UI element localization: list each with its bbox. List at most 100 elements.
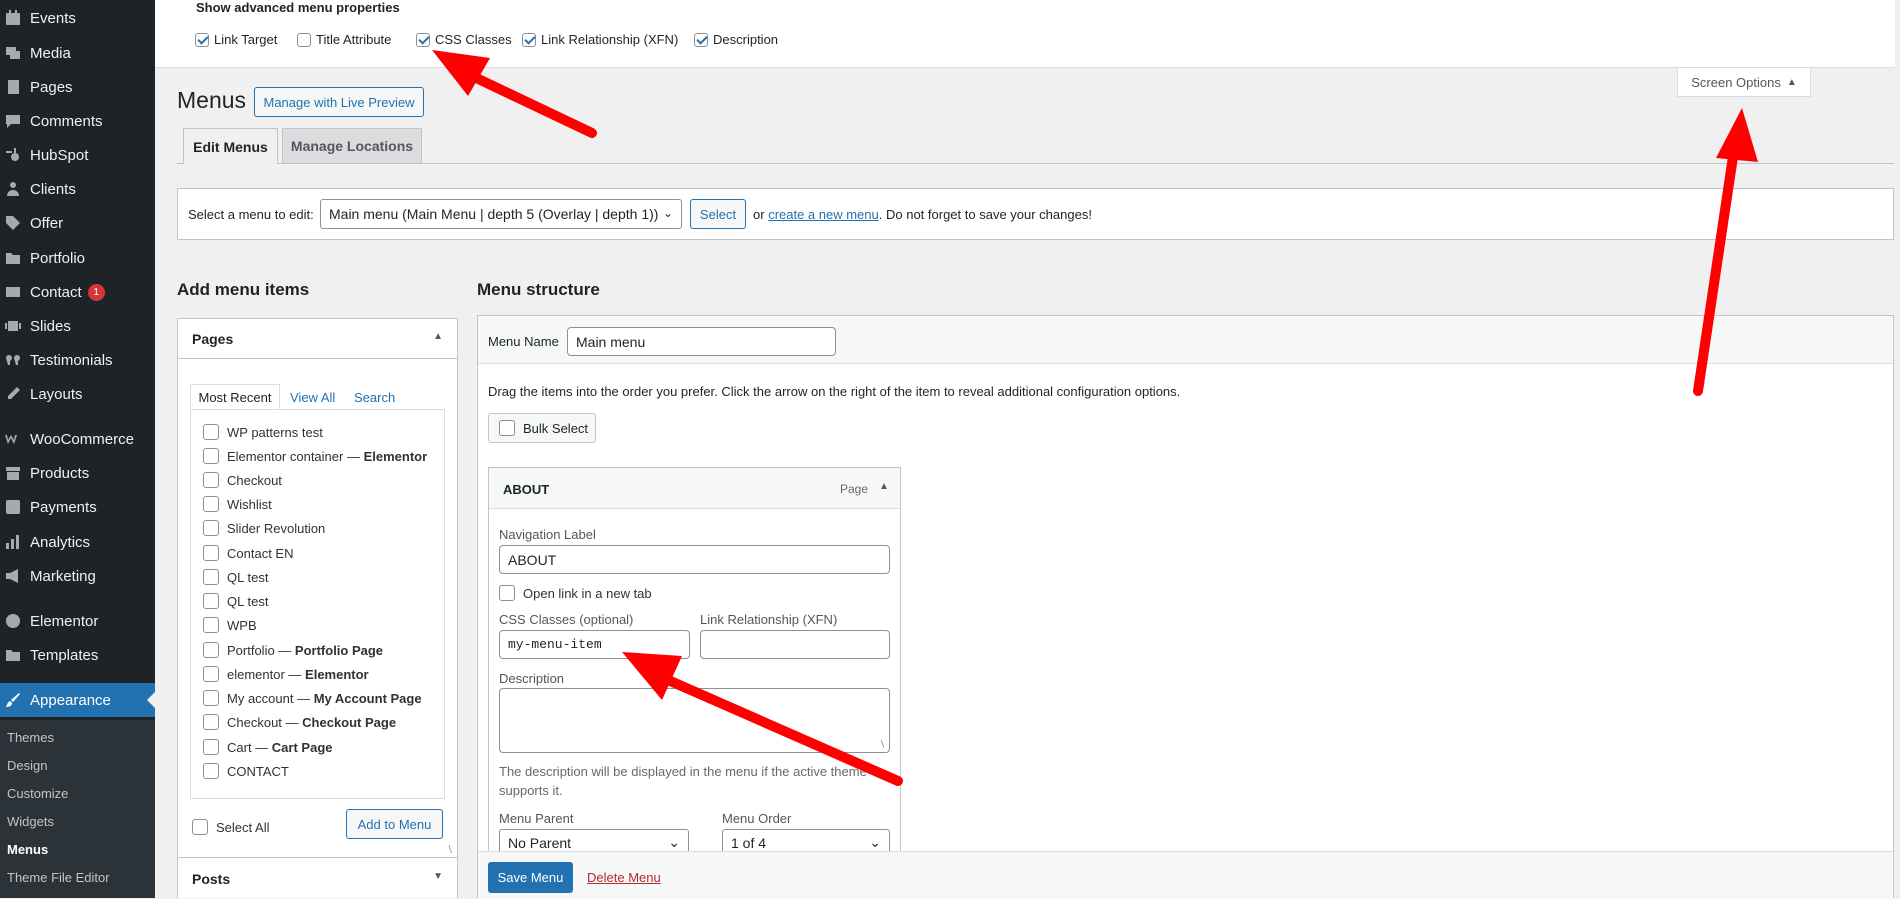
- list-item[interactable]: Cart — Cart Page: [203, 739, 333, 755]
- checkbox[interactable]: [203, 690, 219, 706]
- tab-search[interactable]: Search: [354, 390, 395, 405]
- list-item[interactable]: Wishlist: [203, 496, 272, 512]
- resize-handle-icon[interactable]: ∖: [879, 740, 885, 751]
- tab-most-recent[interactable]: Most Recent: [190, 384, 280, 410]
- list-item[interactable]: Elementor container — Elementor: [203, 448, 427, 464]
- checkbox[interactable]: [416, 32, 430, 47]
- menu-select-dropdown[interactable]: Main menu (Main Menu | depth 5 (Overlay …: [320, 199, 682, 229]
- list-item[interactable]: Portfolio — Portfolio Page: [203, 642, 383, 658]
- screen-options-toggle[interactable]: Screen Options ▲: [1677, 68, 1811, 97]
- checkbox[interactable]: [297, 32, 311, 47]
- navigation-label-input[interactable]: ABOUT: [499, 545, 890, 574]
- submenu-themes[interactable]: Themes: [7, 730, 54, 745]
- submenu-customize[interactable]: Customize: [7, 786, 68, 801]
- css-classes-input[interactable]: my-menu-item: [499, 630, 690, 659]
- pages-accordion-header[interactable]: Pages ▲: [178, 319, 457, 359]
- list-item[interactable]: WPB: [203, 617, 257, 633]
- sidebar-item-marketing[interactable]: Marketing: [0, 559, 155, 593]
- sidebar-item-contact[interactable]: Contact 1: [0, 275, 155, 309]
- submenu-design[interactable]: Design: [7, 758, 47, 773]
- sidebar-item-elementor[interactable]: Elementor: [0, 604, 155, 638]
- xfn-input[interactable]: [700, 630, 890, 659]
- sidebar-item-woocommerce[interactable]: WooCommerce: [0, 422, 155, 456]
- sidebar-item-clients[interactable]: Clients: [0, 172, 155, 206]
- sidebar-item-appearance[interactable]: Appearance: [0, 683, 155, 717]
- submenu-theme-file-editor[interactable]: Theme File Editor: [7, 870, 110, 885]
- checkbox[interactable]: [195, 32, 209, 47]
- checkbox[interactable]: [203, 617, 219, 633]
- list-item[interactable]: QL test: [203, 593, 268, 609]
- sidebar-item-portfolio[interactable]: Portfolio: [0, 241, 155, 275]
- checkbox[interactable]: [203, 448, 219, 464]
- sidebar-item-media[interactable]: Media: [0, 36, 155, 70]
- list-item[interactable]: QL test: [203, 569, 268, 585]
- sidebar-item-label: Pages: [30, 78, 73, 96]
- sidebar-item-layouts[interactable]: Layouts: [0, 377, 155, 411]
- sidebar-item-offer[interactable]: Offer: [0, 206, 155, 240]
- menu-select-bar: Select a menu to edit: Main menu (Main M…: [177, 188, 1894, 240]
- list-item[interactable]: WP patterns test: [203, 424, 323, 440]
- live-preview-button[interactable]: Manage with Live Preview: [254, 87, 424, 117]
- caret-up-icon[interactable]: ▲: [879, 481, 889, 492]
- description-textarea[interactable]: [499, 688, 890, 753]
- sidebar-item-slides[interactable]: Slides: [0, 309, 155, 343]
- select-all[interactable]: Select All: [192, 819, 269, 835]
- checkbox[interactable]: [203, 545, 219, 561]
- list-item[interactable]: Checkout — Checkout Page: [203, 714, 396, 730]
- checkbox[interactable]: [694, 32, 708, 47]
- checkbox[interactable]: [522, 32, 536, 47]
- list-item[interactable]: elementor — Elementor: [203, 666, 369, 682]
- select-button[interactable]: Select: [690, 199, 746, 229]
- checkbox[interactable]: [499, 585, 515, 601]
- option-link-target[interactable]: Link Target: [195, 32, 277, 47]
- list-item[interactable]: Checkout: [203, 472, 282, 488]
- submenu-widgets[interactable]: Widgets: [7, 814, 54, 829]
- checkbox[interactable]: [203, 496, 219, 512]
- option-xfn[interactable]: Link Relationship (XFN): [522, 32, 678, 47]
- sidebar-item-comments[interactable]: Comments: [0, 104, 155, 138]
- checkbox[interactable]: [499, 420, 515, 436]
- checkbox[interactable]: [192, 819, 208, 835]
- checkbox[interactable]: [203, 666, 219, 682]
- checkbox[interactable]: [203, 593, 219, 609]
- tab-view-all[interactable]: View All: [290, 390, 335, 405]
- checkbox[interactable]: [203, 569, 219, 585]
- sidebar-item-hubspot[interactable]: HubSpot: [0, 138, 155, 172]
- option-description[interactable]: Description: [694, 32, 778, 47]
- list-item[interactable]: My account — My Account Page: [203, 690, 422, 706]
- list-item[interactable]: Slider Revolution: [203, 520, 325, 536]
- create-new-menu-link[interactable]: create a new menu: [768, 207, 879, 222]
- list-item[interactable]: CONTACT: [203, 763, 289, 779]
- checkbox[interactable]: [203, 739, 219, 755]
- menu-name-input[interactable]: Main menu: [567, 327, 836, 356]
- sidebar-item-testimonials[interactable]: Testimonials: [0, 343, 155, 377]
- delete-menu-link[interactable]: Delete Menu: [587, 870, 661, 885]
- sidebar-item-templates[interactable]: Templates: [0, 638, 155, 672]
- sidebar-item-products[interactable]: Products: [0, 456, 155, 490]
- add-to-menu-button[interactable]: Add to Menu: [346, 809, 443, 839]
- menu-item-header[interactable]: ABOUT Page ▲: [489, 468, 900, 509]
- sidebar-item-events[interactable]: Events: [0, 1, 155, 35]
- add-items-panel: Pages ▲ Most Recent View All Search WP p…: [177, 318, 458, 898]
- tab-manage-locations[interactable]: Manage Locations: [282, 128, 422, 163]
- sidebar-item-pages[interactable]: Pages: [0, 70, 155, 104]
- submenu-menus[interactable]: Menus: [7, 842, 48, 857]
- option-css-classes[interactable]: CSS Classes: [416, 32, 512, 47]
- bulk-select-label: Bulk Select: [523, 420, 589, 436]
- checkbox[interactable]: [203, 763, 219, 779]
- checkbox[interactable]: [203, 472, 219, 488]
- resize-handle-icon[interactable]: ∖: [447, 845, 453, 856]
- bulk-select-button[interactable]: Bulk Select: [488, 413, 596, 443]
- checkbox[interactable]: [203, 520, 219, 536]
- checkbox[interactable]: [203, 642, 219, 658]
- sidebar-item-analytics[interactable]: Analytics: [0, 525, 155, 559]
- list-item[interactable]: Contact EN: [203, 545, 293, 561]
- open-new-tab-option[interactable]: Open link in a new tab: [499, 585, 652, 601]
- posts-accordion-header[interactable]: Posts ▼: [178, 857, 457, 899]
- sidebar-item-payments[interactable]: Payments: [0, 490, 155, 524]
- save-menu-button[interactable]: Save Menu: [488, 862, 573, 893]
- checkbox[interactable]: [203, 424, 219, 440]
- option-title-attribute[interactable]: Title Attribute: [297, 32, 391, 47]
- tab-edit-menus[interactable]: Edit Menus: [183, 128, 278, 164]
- checkbox[interactable]: [203, 714, 219, 730]
